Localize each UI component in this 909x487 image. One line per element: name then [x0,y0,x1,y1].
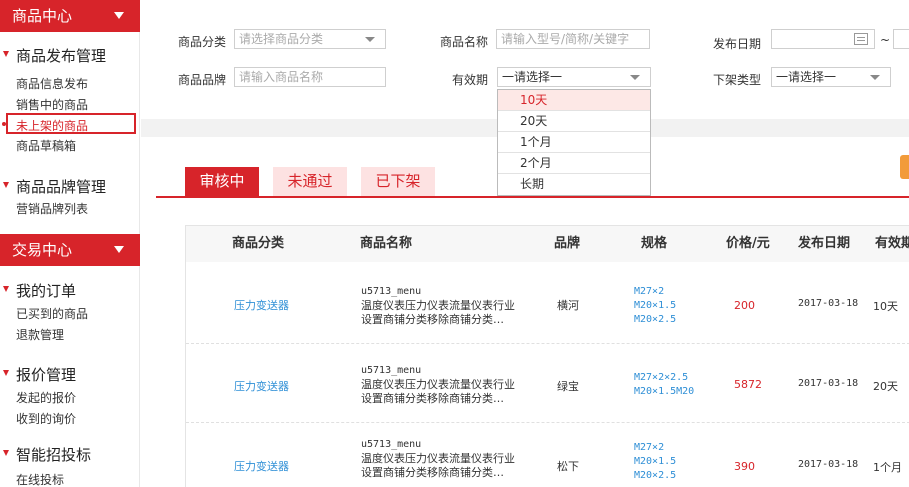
col-brand: 品牌 [554,236,581,251]
calendar-icon[interactable] [854,33,868,45]
table-header: 商品分类 商品名称 品牌 规格 价格/元 发布日期 有效期 [186,226,909,262]
offshelf-type-label: 下架类型 [713,73,762,87]
name-input[interactable]: 请输入型号/简称/关键字 [496,29,650,49]
sidebar: 商品中心 商品发布管理 商品信息发布 销售中的商品 未上架的商品 商品草稿箱 商… [0,0,140,487]
row-category-link[interactable]: 压力变送器 [234,378,289,394]
validity-option-20-days[interactable]: 20天 [498,111,650,132]
row-price: 200 [734,299,755,312]
row-date: 2017-03-18 [798,298,859,309]
date-separator: ~ [880,33,891,47]
date-start-input[interactable] [771,29,875,49]
tab-offshelf[interactable]: 已下架 [361,167,435,196]
row-specs: M27×2 M20×1.5 M20×2.5 [634,442,677,481]
group-quote-management[interactable]: 报价管理 [0,364,76,385]
group-publish-management[interactable]: 商品发布管理 [0,45,106,66]
sidebar-item-online-bid[interactable]: 在线投标 [16,471,64,487]
row-price: 5872 [734,378,762,391]
row-brand: 绿宝 [557,380,579,393]
sidebar-item-received-inquiries[interactable]: 收到的询价 [16,410,76,427]
triangle-down-icon [3,450,9,456]
validity-option-long-term[interactable]: 长期 [498,174,650,195]
sidebar-item-publish-info[interactable]: 商品信息发布 [16,75,88,92]
sidebar-header-label: 商品中心 [12,7,73,25]
triangle-down-icon [3,51,9,57]
sidebar-item-brand-list[interactable]: 营销品牌列表 [16,200,88,217]
row-product-name[interactable]: u5713_menu 温度仪表压力仪表流量仪表行业 设置商铺分类移除商铺分类… [361,285,515,327]
sidebar-header-label: 交易中心 [12,241,73,259]
chevron-down-icon [114,12,124,19]
brand-input[interactable]: 请输入商品名称 [234,67,386,87]
category-label: 商品分类 [178,35,227,49]
row-date: 2017-03-18 [798,459,859,470]
tab-underline [156,196,909,198]
row-specs: M27×2×2.5 M20×1.5M20 [634,372,695,397]
table-row[interactable]: 压力变送器 u5713_menu 温度仪表压力仪表流量仪表行业 设置商铺分类移除… [186,344,909,423]
group-my-orders[interactable]: 我的订单 [0,280,76,301]
action-button[interactable] [900,155,909,179]
chevron-down-icon [630,75,640,80]
row-validity: 10天 [873,300,898,313]
chevron-down-icon [365,37,375,42]
col-validity: 有效期 [875,236,909,251]
table-row[interactable]: 压力变送器 u5713_menu 温度仪表压力仪表流量仪表行业 设置商铺分类移除… [186,423,909,487]
name-label: 商品名称 [440,35,489,49]
row-specs: M27×2 M20×1.5 M20×2.5 [634,286,677,325]
product-table: 商品分类 商品名称 品牌 规格 价格/元 发布日期 有效期 压力变送器 u571… [185,225,909,487]
tab-under-review[interactable]: 审核中 [185,167,259,196]
sidebar-item-not-listed[interactable]: 未上架的商品 [16,117,88,134]
sidebar-item-drafts[interactable]: 商品草稿箱 [16,137,76,154]
sidebar-item-sent-quotes[interactable]: 发起的报价 [16,389,76,406]
date-end-input[interactable] [893,29,909,49]
group-brand-management[interactable]: 商品品牌管理 [0,176,106,197]
validity-dropdown-menu: 10天 20天 1个月 2个月 长期 [497,89,651,196]
offshelf-type-select[interactable]: 一请选择一 [771,67,891,87]
row-brand: 松下 [557,460,579,473]
row-brand: 横河 [557,299,579,312]
col-name: 商品名称 [360,236,413,251]
chevron-down-icon [114,246,124,253]
row-product-name[interactable]: u5713_menu 温度仪表压力仪表流量仪表行业 设置商铺分类移除商铺分类… [361,364,515,406]
col-category: 商品分类 [232,236,285,251]
validity-label: 有效期 [452,73,489,87]
sidebar-item-on-sale[interactable]: 销售中的商品 [16,96,88,113]
triangle-down-icon [3,370,9,376]
sidebar-item-refunds[interactable]: 退款管理 [16,326,64,343]
triangle-down-icon [3,286,9,292]
sidebar-header-trade-center[interactable]: 交易中心 [0,234,140,266]
col-date: 发布日期 [798,236,851,251]
tab-rejected[interactable]: 未通过 [273,167,347,196]
row-price: 390 [734,460,755,473]
row-validity: 1个月 [873,461,902,474]
validity-option-10-days[interactable]: 10天 [498,90,650,111]
validity-select[interactable]: 一请选择一 [497,67,651,87]
table-row[interactable]: 压力变送器 u5713_menu 温度仪表压力仪表流量仪表行业 设置商铺分类移除… [186,262,909,344]
brand-label: 商品品牌 [178,73,227,87]
col-spec: 规格 [641,236,668,251]
triangle-down-icon [3,182,9,188]
row-validity: 20天 [873,380,898,393]
date-label: 发布日期 [713,37,762,51]
chevron-down-icon [870,75,880,80]
category-select[interactable]: 请选择商品分类 [234,29,386,49]
row-product-name[interactable]: u5713_menu 温度仪表压力仪表流量仪表行业 设置商铺分类移除商铺分类… [361,438,515,480]
row-category-link[interactable]: 压力变送器 [234,297,289,313]
group-smart-bidding[interactable]: 智能招投标 [0,444,91,465]
sidebar-item-bought[interactable]: 已买到的商品 [16,305,88,322]
validity-option-1-month[interactable]: 1个月 [498,132,650,153]
col-price: 价格/元 [726,236,770,251]
validity-option-2-months[interactable]: 2个月 [498,153,650,174]
row-date: 2017-03-18 [798,378,859,389]
sidebar-header-product-center[interactable]: 商品中心 [0,0,140,32]
row-category-link[interactable]: 压力变送器 [234,458,289,474]
